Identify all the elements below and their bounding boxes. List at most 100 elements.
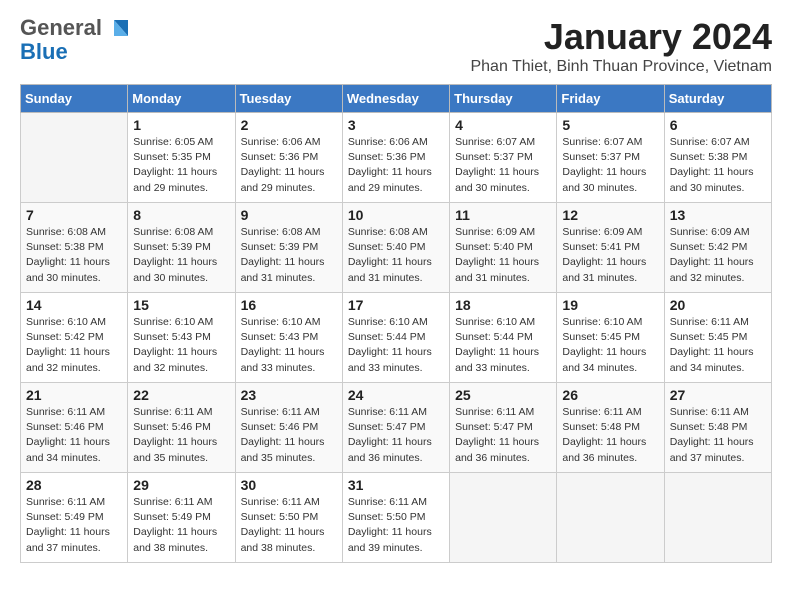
day-detail: Sunrise: 6:10 AM Sunset: 5:42 PM Dayligh…: [26, 315, 122, 376]
day-detail: Sunrise: 6:11 AM Sunset: 5:47 PM Dayligh…: [455, 405, 551, 466]
day-detail: Sunrise: 6:10 AM Sunset: 5:44 PM Dayligh…: [455, 315, 551, 376]
calendar-cell: 4 Sunrise: 6:07 AM Sunset: 5:37 PM Daylig…: [450, 113, 557, 203]
calendar-cell: 8 Sunrise: 6:08 AM Sunset: 5:39 PM Daylig…: [128, 203, 235, 293]
day-detail: Sunrise: 6:11 AM Sunset: 5:45 PM Dayligh…: [670, 315, 766, 376]
location-subtitle: Phan Thiet, Binh Thuan Province, Vietnam: [470, 58, 772, 76]
day-detail: Sunrise: 6:07 AM Sunset: 5:37 PM Dayligh…: [562, 135, 658, 196]
calendar-cell: 21 Sunrise: 6:11 AM Sunset: 5:46 PM Dayli…: [21, 383, 128, 473]
day-number: 23: [241, 387, 337, 403]
logo-blue: Blue: [20, 40, 102, 64]
day-detail: Sunrise: 6:10 AM Sunset: 5:43 PM Dayligh…: [241, 315, 337, 376]
day-detail: Sunrise: 6:10 AM Sunset: 5:45 PM Dayligh…: [562, 315, 658, 376]
day-number: 19: [562, 297, 658, 313]
logo-general: General: [20, 16, 102, 40]
day-number: 6: [670, 117, 766, 133]
day-detail: Sunrise: 6:09 AM Sunset: 5:42 PM Dayligh…: [670, 225, 766, 286]
day-number: 21: [26, 387, 122, 403]
day-detail: Sunrise: 6:11 AM Sunset: 5:50 PM Dayligh…: [348, 495, 444, 556]
day-detail: Sunrise: 6:11 AM Sunset: 5:47 PM Dayligh…: [348, 405, 444, 466]
day-number: 15: [133, 297, 229, 313]
day-number: 31: [348, 477, 444, 493]
calendar-cell: 5 Sunrise: 6:07 AM Sunset: 5:37 PM Daylig…: [557, 113, 664, 203]
day-number: 9: [241, 207, 337, 223]
month-title: January 2024: [470, 16, 772, 58]
day-number: 27: [670, 387, 766, 403]
calendar-cell: 30Sunrise: 6:11 AM Sunset: 5:50 PM Dayli…: [235, 473, 342, 563]
calendar-cell: 2 Sunrise: 6:06 AM Sunset: 5:36 PM Daylig…: [235, 113, 342, 203]
calendar-cell: 24 Sunrise: 6:11 AM Sunset: 5:47 PM Dayli…: [342, 383, 449, 473]
day-detail: Sunrise: 6:08 AM Sunset: 5:39 PM Dayligh…: [241, 225, 337, 286]
calendar-cell: 29Sunrise: 6:11 AM Sunset: 5:49 PM Dayli…: [128, 473, 235, 563]
logo: General Blue: [20, 16, 132, 64]
day-detail: Sunrise: 6:07 AM Sunset: 5:37 PM Dayligh…: [455, 135, 551, 196]
calendar-cell: 12 Sunrise: 6:09 AM Sunset: 5:41 PM Dayli…: [557, 203, 664, 293]
day-number: 7: [26, 207, 122, 223]
calendar-week-row: 28Sunrise: 6:11 AM Sunset: 5:49 PM Dayli…: [21, 473, 772, 563]
title-block: January 2024 Phan Thiet, Binh Thuan Prov…: [470, 16, 772, 76]
day-number: 30: [241, 477, 337, 493]
day-detail: Sunrise: 6:09 AM Sunset: 5:41 PM Dayligh…: [562, 225, 658, 286]
calendar-cell: 26 Sunrise: 6:11 AM Sunset: 5:48 PM Dayli…: [557, 383, 664, 473]
calendar-cell: [557, 473, 664, 563]
day-detail: Sunrise: 6:05 AM Sunset: 5:35 PM Dayligh…: [133, 135, 229, 196]
day-header-sunday: Sunday: [21, 85, 128, 113]
calendar-cell: 18 Sunrise: 6:10 AM Sunset: 5:44 PM Dayli…: [450, 293, 557, 383]
calendar-cell: 17Sunrise: 6:10 AM Sunset: 5:44 PM Dayli…: [342, 293, 449, 383]
day-number: 4: [455, 117, 551, 133]
day-detail: Sunrise: 6:06 AM Sunset: 5:36 PM Dayligh…: [241, 135, 337, 196]
calendar-cell: [21, 113, 128, 203]
calendar-cell: 9 Sunrise: 6:08 AM Sunset: 5:39 PM Daylig…: [235, 203, 342, 293]
logo-icon: [104, 16, 132, 44]
day-detail: Sunrise: 6:11 AM Sunset: 5:49 PM Dayligh…: [26, 495, 122, 556]
calendar-week-row: 14 Sunrise: 6:10 AM Sunset: 5:42 PM Dayli…: [21, 293, 772, 383]
day-detail: Sunrise: 6:11 AM Sunset: 5:48 PM Dayligh…: [562, 405, 658, 466]
calendar-cell: 22 Sunrise: 6:11 AM Sunset: 5:46 PM Dayli…: [128, 383, 235, 473]
calendar-cell: 28Sunrise: 6:11 AM Sunset: 5:49 PM Dayli…: [21, 473, 128, 563]
day-detail: Sunrise: 6:06 AM Sunset: 5:36 PM Dayligh…: [348, 135, 444, 196]
day-header-tuesday: Tuesday: [235, 85, 342, 113]
calendar-cell: [664, 473, 771, 563]
day-number: 12: [562, 207, 658, 223]
calendar-cell: 20 Sunrise: 6:11 AM Sunset: 5:45 PM Dayli…: [664, 293, 771, 383]
calendar-week-row: 21 Sunrise: 6:11 AM Sunset: 5:46 PM Dayli…: [21, 383, 772, 473]
day-detail: Sunrise: 6:10 AM Sunset: 5:43 PM Dayligh…: [133, 315, 229, 376]
day-number: 16: [241, 297, 337, 313]
day-number: 13: [670, 207, 766, 223]
calendar-cell: 23Sunrise: 6:11 AM Sunset: 5:46 PM Dayli…: [235, 383, 342, 473]
calendar-week-row: 1 Sunrise: 6:05 AM Sunset: 5:35 PM Daylig…: [21, 113, 772, 203]
calendar-cell: 19 Sunrise: 6:10 AM Sunset: 5:45 PM Dayli…: [557, 293, 664, 383]
calendar-cell: 1 Sunrise: 6:05 AM Sunset: 5:35 PM Daylig…: [128, 113, 235, 203]
day-number: 3: [348, 117, 444, 133]
day-detail: Sunrise: 6:08 AM Sunset: 5:38 PM Dayligh…: [26, 225, 122, 286]
day-header-thursday: Thursday: [450, 85, 557, 113]
calendar-cell: 25 Sunrise: 6:11 AM Sunset: 5:47 PM Dayli…: [450, 383, 557, 473]
calendar-cell: 31 Sunrise: 6:11 AM Sunset: 5:50 PM Dayli…: [342, 473, 449, 563]
day-number: 20: [670, 297, 766, 313]
day-number: 5: [562, 117, 658, 133]
day-number: 25: [455, 387, 551, 403]
calendar-week-row: 7 Sunrise: 6:08 AM Sunset: 5:38 PM Daylig…: [21, 203, 772, 293]
calendar-table: SundayMondayTuesdayWednesdayThursdayFrid…: [20, 84, 772, 563]
day-number: 22: [133, 387, 229, 403]
day-number: 11: [455, 207, 551, 223]
day-detail: Sunrise: 6:07 AM Sunset: 5:38 PM Dayligh…: [670, 135, 766, 196]
day-number: 18: [455, 297, 551, 313]
day-number: 26: [562, 387, 658, 403]
day-number: 10: [348, 207, 444, 223]
day-detail: Sunrise: 6:11 AM Sunset: 5:46 PM Dayligh…: [133, 405, 229, 466]
day-number: 14: [26, 297, 122, 313]
calendar-cell: 3 Sunrise: 6:06 AM Sunset: 5:36 PM Daylig…: [342, 113, 449, 203]
day-detail: Sunrise: 6:08 AM Sunset: 5:39 PM Dayligh…: [133, 225, 229, 286]
day-detail: Sunrise: 6:11 AM Sunset: 5:46 PM Dayligh…: [26, 405, 122, 466]
day-number: 2: [241, 117, 337, 133]
day-number: 1: [133, 117, 229, 133]
day-detail: Sunrise: 6:11 AM Sunset: 5:48 PM Dayligh…: [670, 405, 766, 466]
day-header-friday: Friday: [557, 85, 664, 113]
calendar-cell: [450, 473, 557, 563]
day-number: 8: [133, 207, 229, 223]
calendar-cell: 10Sunrise: 6:08 AM Sunset: 5:40 PM Dayli…: [342, 203, 449, 293]
calendar-cell: 14 Sunrise: 6:10 AM Sunset: 5:42 PM Dayli…: [21, 293, 128, 383]
day-number: 24: [348, 387, 444, 403]
day-detail: Sunrise: 6:11 AM Sunset: 5:49 PM Dayligh…: [133, 495, 229, 556]
calendar-body: 1 Sunrise: 6:05 AM Sunset: 5:35 PM Daylig…: [21, 113, 772, 563]
